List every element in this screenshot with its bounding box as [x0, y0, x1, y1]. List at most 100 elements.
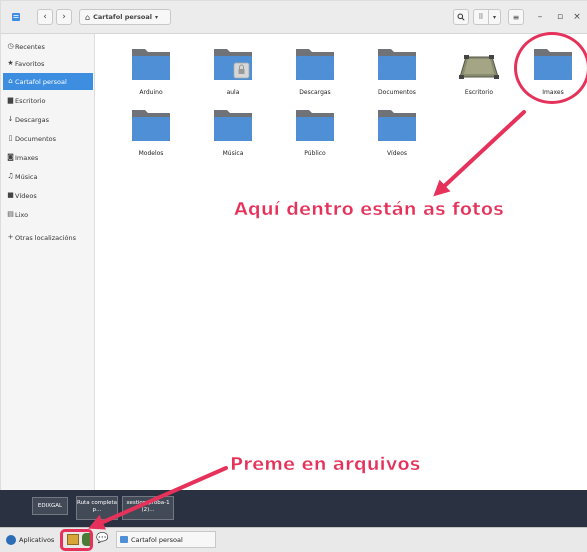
plus-icon: +: [7, 233, 14, 241]
taskbar-window-label: Cartafol persoal: [131, 535, 183, 544]
chevron-down-icon: ▾: [492, 13, 496, 21]
forward-button[interactable]: ›: [56, 9, 72, 25]
minimize-icon: –: [537, 12, 543, 22]
folder-label: aula: [226, 89, 240, 96]
folder-label: Documentos: [378, 89, 416, 96]
folder-icon: [132, 110, 170, 141]
view-options-button[interactable]: ▾: [488, 9, 501, 25]
folder-icon: [296, 49, 334, 80]
sidebar-item-recentes[interactable]: ◷ Recentes: [3, 38, 93, 55]
sidebar-item-favoritos[interactable]: ★ Favoritos: [3, 55, 93, 72]
maximize-button[interactable]: ▫: [554, 9, 566, 25]
chat-icon: 💬: [96, 533, 109, 544]
sidebar-item-label: Descargas: [15, 115, 50, 124]
maximize-icon: ▫: [556, 12, 564, 22]
folder-publico[interactable]: Público: [285, 106, 345, 168]
sidebar-item-label: Imaxes: [15, 153, 39, 162]
applications-label: Aplicativos: [19, 536, 55, 544]
sidebar-item-label: Música: [15, 172, 38, 181]
chat-launcher[interactable]: 💬: [96, 533, 108, 545]
desktop-area: EDIXGAL Ruta completa p... xestion-proba…: [0, 490, 587, 527]
path-bar[interactable]: ⌂ Cartafol persoal ▾: [79, 9, 171, 25]
folder-modelos[interactable]: Modelos: [121, 106, 181, 168]
chevron-left-icon: ‹: [43, 12, 47, 22]
sidebar-item-musica[interactable]: ♫ Música: [3, 168, 93, 185]
trash-icon: ▤: [7, 210, 14, 218]
sidebar-item-label: Cartafol persoal: [15, 77, 67, 86]
minimize-button[interactable]: –: [534, 9, 546, 25]
folder-label: Descargas: [299, 89, 331, 96]
camera-icon: ◙: [7, 153, 14, 161]
folder-icon: [132, 49, 170, 80]
desktop-item-xestion[interactable]: xestion-proba-1 (2)...: [122, 496, 174, 520]
sidebar-item-label: Escritorio: [15, 96, 46, 105]
menu-button[interactable]: ≡: [508, 9, 524, 25]
applications-menu[interactable]: Aplicativos: [6, 533, 54, 547]
folder-label: Público: [304, 150, 326, 157]
sidebar-item-label: Vídeos: [15, 191, 37, 200]
sidebar-item-label: Otras localizacións: [15, 233, 76, 242]
view-grid-button[interactable]: ⠿: [473, 9, 489, 25]
highlight-circle: [514, 32, 587, 104]
file-view: Arduino aula Descargas Documentos Escrit…: [95, 32, 587, 491]
locked-folder-icon: [214, 49, 252, 80]
taskbar-window-button[interactable]: Cartafol persoal: [116, 531, 216, 548]
header-bar: ‹ › ⌂ Cartafol persoal ▾ ⠿ ▾ ≡ – ▫ ×: [1, 1, 587, 34]
annotation-photos-inside: Aquí dentro están as fotos: [234, 199, 504, 221]
apps-logo-icon: [6, 535, 16, 545]
desktop-item-ruta[interactable]: Ruta completa p...: [76, 496, 118, 520]
grid-icon: ⠿: [478, 13, 484, 21]
desktop-item-edixgal[interactable]: EDIXGAL: [32, 497, 68, 515]
folder-label: Modelos: [138, 150, 164, 157]
hamburger-icon: ≡: [512, 12, 520, 22]
folder-escritorio[interactable]: Escritorio: [449, 45, 509, 107]
folder-label: Música: [222, 150, 244, 157]
path-label: Cartafol persoal: [93, 13, 152, 21]
desktop-folder-icon: [459, 55, 499, 79]
sidebar-item-label: Documentos: [15, 134, 57, 143]
download-icon: ↓: [7, 115, 14, 123]
folder-label: Escritorio: [464, 89, 494, 96]
sidebar-item-otras-localizacions[interactable]: + Otras localizacións: [3, 229, 93, 246]
folder-icon: [378, 110, 416, 141]
sidebar-item-lixo[interactable]: ▤ Lixo: [3, 206, 93, 223]
desktop-item-label: Ruta completa p...: [77, 500, 118, 513]
taskbar: Aplicativos 💬 Cartafol persoal: [0, 527, 587, 552]
home-icon: ⌂: [8, 77, 13, 85]
sidebar-item-escritorio[interactable]: ▆ Escritorio: [3, 92, 93, 109]
folder-aula[interactable]: aula: [203, 45, 263, 107]
desktop-icon: ▆: [7, 96, 14, 104]
folder-icon: [378, 49, 416, 80]
search-icon: [457, 13, 465, 21]
desktop-item-label: EDIXGAL: [37, 503, 63, 509]
file-manager-window: ‹ › ⌂ Cartafol persoal ▾ ⠿ ▾ ≡ – ▫ × ◷ Re…: [0, 0, 587, 491]
folder-label: Arduino: [139, 89, 163, 96]
back-button[interactable]: ‹: [37, 9, 53, 25]
sidebar-item-cartafol-persoal[interactable]: ⌂ Cartafol persoal: [3, 73, 93, 90]
folder-documentos[interactable]: Documentos: [367, 45, 427, 107]
sidebar-item-descargas[interactable]: ↓ Descargas: [3, 111, 93, 128]
home-icon: ⌂: [85, 12, 91, 22]
sidebar-item-videos[interactable]: ■ Vídeos: [3, 187, 93, 204]
sidebar: ◷ Recentes ★ Favoritos ⌂ Cartafol persoal ▆…: [1, 34, 95, 491]
sidebar-item-imaxes[interactable]: ◙ Imaxes: [3, 149, 93, 166]
star-icon: ★: [7, 59, 14, 67]
close-icon: ×: [573, 12, 581, 22]
music-icon: ♫: [7, 172, 14, 180]
folder-arduino[interactable]: Arduino: [121, 45, 181, 107]
annotation-press-files: Preme en arquivos: [230, 454, 421, 476]
search-button[interactable]: [453, 9, 469, 25]
folder-label: Vídeos: [386, 150, 408, 157]
sidebar-item-label: Favoritos: [15, 59, 45, 68]
sidebar-item-documentos[interactable]: ▯ Documentos: [3, 130, 93, 147]
video-icon: ■: [7, 191, 14, 199]
folder-videos[interactable]: Vídeos: [367, 106, 427, 168]
chevron-down-icon: ▾: [154, 13, 158, 21]
folder-musica[interactable]: Música: [203, 106, 263, 168]
folder-icon: [214, 110, 252, 141]
files-app-icon[interactable]: [9, 9, 23, 25]
clock-icon: ◷: [7, 42, 14, 50]
desktop-item-label: xestion-proba-1 (2)...: [126, 500, 170, 513]
folder-descargas[interactable]: Descargas: [285, 45, 345, 107]
close-button[interactable]: ×: [571, 9, 583, 25]
